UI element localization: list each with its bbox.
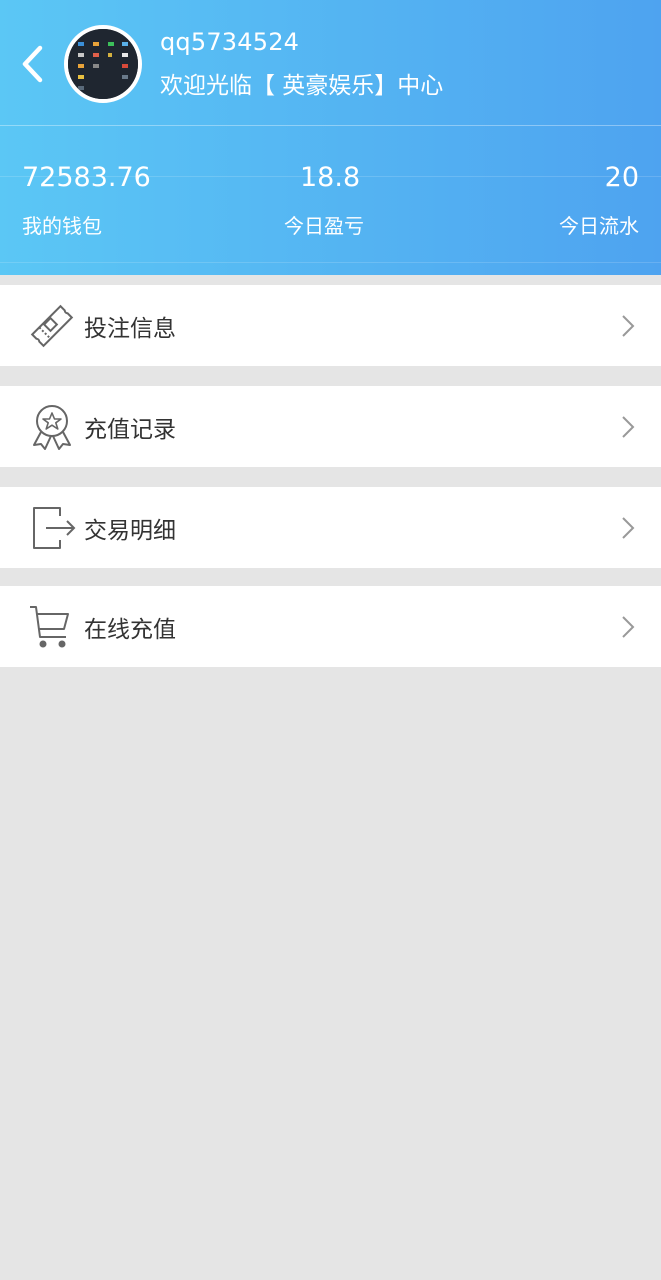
wallet-balance-value: 72583.76 xyxy=(22,162,151,193)
chevron-right-icon xyxy=(622,616,635,638)
menu-label: 投注信息 xyxy=(84,316,176,342)
header-divider xyxy=(0,125,661,126)
menu-label: 充值记录 xyxy=(84,417,176,443)
welcome-text: 欢迎光临【 英豪娱乐】中心 xyxy=(160,73,444,99)
avatar-image xyxy=(68,29,138,99)
menu-label: 在线充值 xyxy=(84,617,176,643)
today-profit-value: 18.8 xyxy=(300,162,361,193)
today-profit-label: 今日盈亏 xyxy=(284,214,364,238)
exit-arrow-icon xyxy=(33,507,76,549)
menu-item-bet-info[interactable]: 投注信息 xyxy=(0,285,661,366)
header-decor-line xyxy=(0,262,661,263)
menu-label: 交易明细 xyxy=(84,518,176,544)
back-button[interactable] xyxy=(14,40,50,88)
chevron-left-icon xyxy=(22,45,43,83)
award-badge-icon xyxy=(33,405,71,450)
ticket-icon xyxy=(30,304,74,348)
today-turnover-value: 20 xyxy=(604,162,639,193)
chevron-right-icon xyxy=(622,517,635,539)
today-turnover-label: 今日流水 xyxy=(559,214,639,238)
menu-item-transaction-details[interactable]: 交易明细 xyxy=(0,487,661,568)
menu-item-online-recharge[interactable]: 在线充值 xyxy=(0,586,661,667)
chevron-right-icon xyxy=(622,315,635,337)
wallet-balance-label: 我的钱包 xyxy=(22,214,102,238)
avatar[interactable] xyxy=(64,25,142,103)
shopping-cart-icon xyxy=(30,606,69,648)
user-header: qq5734524 欢迎光临【 英豪娱乐】中心 72583.76 我的钱包 18… xyxy=(0,0,661,275)
chevron-right-icon xyxy=(622,416,635,438)
menu-item-recharge-record[interactable]: 充值记录 xyxy=(0,386,661,467)
username: qq5734524 xyxy=(160,28,300,56)
